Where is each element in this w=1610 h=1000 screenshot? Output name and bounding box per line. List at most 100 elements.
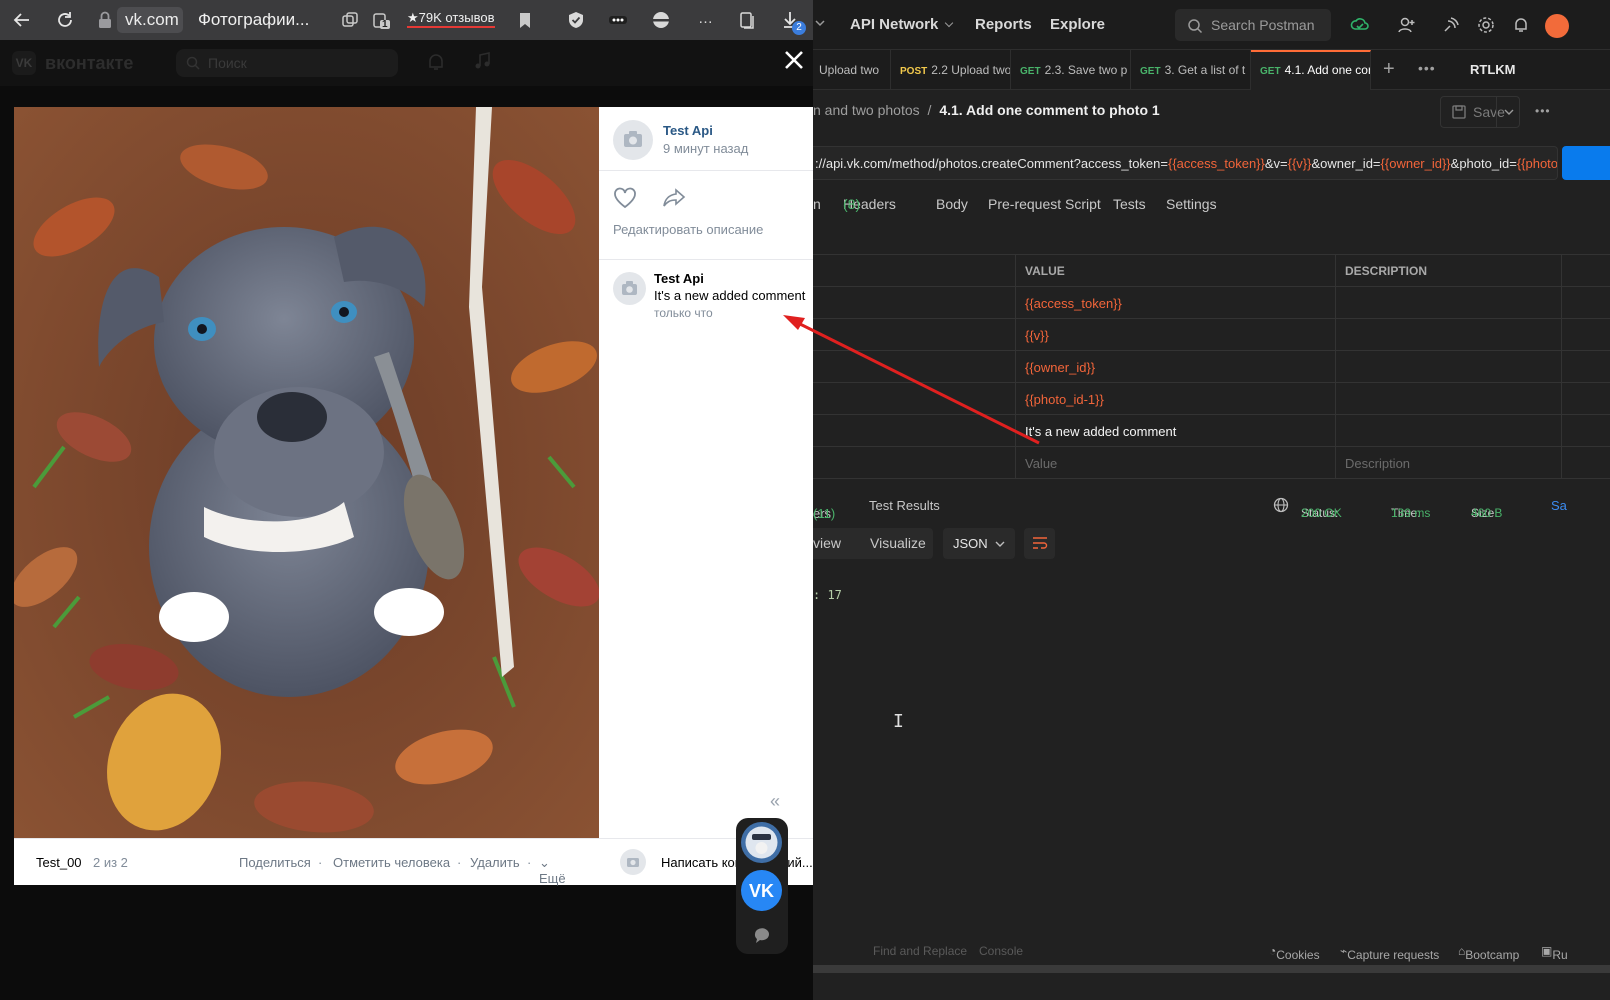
tab-tests[interactable]: Tests [1113, 196, 1146, 212]
new-description-input[interactable]: Description [1336, 447, 1562, 479]
bootcamp-button[interactable]: ⌂ Bootcamp [1458, 944, 1519, 962]
reload-icon[interactable] [55, 10, 75, 30]
avatar[interactable] [1545, 14, 1569, 38]
bookmark-icon[interactable] [515, 10, 535, 30]
invite-user-icon[interactable] [1397, 15, 1417, 35]
request-options-icon[interactable]: ••• [1535, 104, 1551, 118]
globe-icon[interactable] [1273, 497, 1289, 513]
add-tab-icon[interactable]: + [1383, 58, 1395, 81]
param-value[interactable]: {{photo_id-1}} [1016, 383, 1336, 415]
table-row[interactable]: {{owner_id}} [813, 351, 1610, 383]
close-icon[interactable] [781, 47, 807, 73]
tab-request[interactable]: Upload two [813, 50, 891, 90]
runner-button[interactable]: ▣ Ru [1541, 944, 1568, 962]
address-bar-host[interactable]: vk.com [117, 7, 183, 33]
tab-request[interactable]: POST 2.2 Upload two [891, 50, 1011, 90]
share-link[interactable]: Поделиться [239, 855, 311, 870]
tab-test-results[interactable]: Test Results [869, 498, 940, 513]
comment-author[interactable]: Test Api [654, 271, 704, 286]
chat-bubble-icon[interactable] [753, 926, 771, 944]
nav-reports[interactable]: Reports [975, 16, 1032, 33]
url-input[interactable]: ://api.vk.com/method/photos.createCommen… [813, 146, 1558, 180]
tabs-counter-icon[interactable] [371, 10, 391, 30]
search-input[interactable]: Search Postman [1175, 9, 1331, 41]
save-dropdown[interactable] [1496, 96, 1520, 128]
param-description[interactable] [1336, 319, 1562, 351]
table-row[interactable]: {{access_token}} [813, 287, 1610, 319]
vpn-extension-icon[interactable] [651, 10, 671, 30]
tab-request[interactable]: GET 2.3. Save two p [1011, 50, 1131, 90]
extension-dots-icon[interactable] [608, 10, 628, 30]
edit-description-link[interactable]: Редактировать описание [613, 222, 763, 237]
sync-cloud-icon[interactable] [1350, 15, 1370, 35]
author-name[interactable]: Test Api [663, 123, 713, 138]
author-avatar[interactable] [613, 120, 653, 160]
new-value-input[interactable]: Value [1016, 447, 1336, 479]
photo-image[interactable] [14, 107, 599, 838]
format-select[interactable]: JSON [943, 528, 1015, 559]
breadcrumb-parent[interactable]: n and two photos [813, 102, 920, 118]
album-name[interactable]: Test_00 [36, 855, 82, 870]
param-description[interactable] [1336, 383, 1562, 415]
share-arrow-icon[interactable] [662, 187, 686, 209]
param-value[interactable]: {{v}} [1016, 319, 1336, 351]
save-response-button[interactable]: Sa [1551, 498, 1567, 513]
cookies-button[interactable]: ◔ Cookies [1269, 944, 1320, 962]
param-value[interactable]: {{owner_id}} [1016, 351, 1336, 383]
table-row[interactable]: {{photo_id-1}} [813, 383, 1610, 415]
table-row[interactable]: It's a new added comment [813, 415, 1610, 447]
vk-app-icon[interactable]: VK [741, 870, 782, 911]
lock-icon[interactable] [95, 10, 115, 30]
console-button[interactable]: Console [979, 944, 1023, 958]
param-value[interactable]: {{access_token}} [1016, 287, 1336, 319]
param-value-message[interactable]: It's a new added comment [1016, 415, 1336, 447]
tab-pretty-view[interactable]: view [813, 535, 841, 551]
back-arrow-icon[interactable] [12, 10, 32, 30]
settings-gear-icon[interactable] [1476, 15, 1496, 35]
comment-time[interactable]: только что [654, 306, 713, 320]
like-heart-icon[interactable] [613, 187, 637, 209]
my-avatar[interactable] [620, 849, 646, 875]
tab-request[interactable]: GET 3. Get a list of t [1131, 50, 1251, 90]
environment-selector[interactable]: RTLKM [1470, 62, 1516, 77]
wrap-lines-button[interactable] [1024, 528, 1055, 559]
table-row[interactable]: {{v}} [813, 319, 1610, 351]
more-menu-icon[interactable]: … [698, 10, 713, 27]
table-row-new[interactable]: Value Description [813, 447, 1610, 479]
tab-visualize[interactable]: Visualize [870, 535, 926, 551]
param-description[interactable] [1336, 351, 1562, 383]
copy-link-icon[interactable] [340, 10, 360, 30]
more-menu-link[interactable]: Ещё ⌄ [539, 855, 566, 886]
bot-avatar-icon[interactable] [741, 822, 782, 863]
tab-body[interactable]: Body [936, 196, 968, 212]
music-icon[interactable] [473, 51, 493, 71]
post-time[interactable]: 9 минут назад [663, 141, 748, 156]
tab-params[interactable]: n [813, 196, 821, 212]
delete-link[interactable]: Удалить [470, 855, 520, 870]
horizontal-scrollbar[interactable] [813, 965, 1610, 973]
find-replace-button[interactable]: Find and Replace [873, 944, 967, 958]
collections-icon[interactable] [738, 10, 758, 30]
capture-requests-button[interactable]: ⌁ Capture requests [1340, 944, 1439, 962]
nav-api-network[interactable]: API Network [850, 16, 954, 33]
notifications-bell-icon[interactable] [426, 52, 446, 72]
vk-brand-name[interactable]: вконтакте [45, 53, 133, 74]
vk-logo-icon[interactable]: VK [12, 51, 36, 75]
satellite-icon[interactable] [1441, 15, 1461, 35]
chevron-down-icon[interactable] [815, 18, 825, 28]
param-description[interactable] [1336, 415, 1562, 447]
tab-options-icon[interactable]: ••• [1418, 60, 1436, 76]
vk-search-input[interactable]: Поиск [176, 49, 398, 77]
shield-icon[interactable] [566, 10, 586, 30]
commenter-avatar[interactable] [613, 272, 646, 305]
collapse-sidebar-icon[interactable]: « [770, 791, 780, 812]
tag-person-link[interactable]: Отметить человека [333, 855, 450, 870]
tab-settings[interactable]: Settings [1166, 196, 1217, 212]
send-button[interactable] [1562, 146, 1610, 180]
notification-bell-icon[interactable] [1511, 15, 1531, 35]
reviews-badge[interactable]: ★79K отзывов [407, 10, 495, 28]
tab-request-active[interactable]: GET 4.1. Add one com [1251, 50, 1371, 90]
nav-explore[interactable]: Explore [1050, 16, 1105, 33]
tab-pre-request-script[interactable]: Pre-request Script [988, 196, 1101, 212]
param-description[interactable] [1336, 287, 1562, 319]
